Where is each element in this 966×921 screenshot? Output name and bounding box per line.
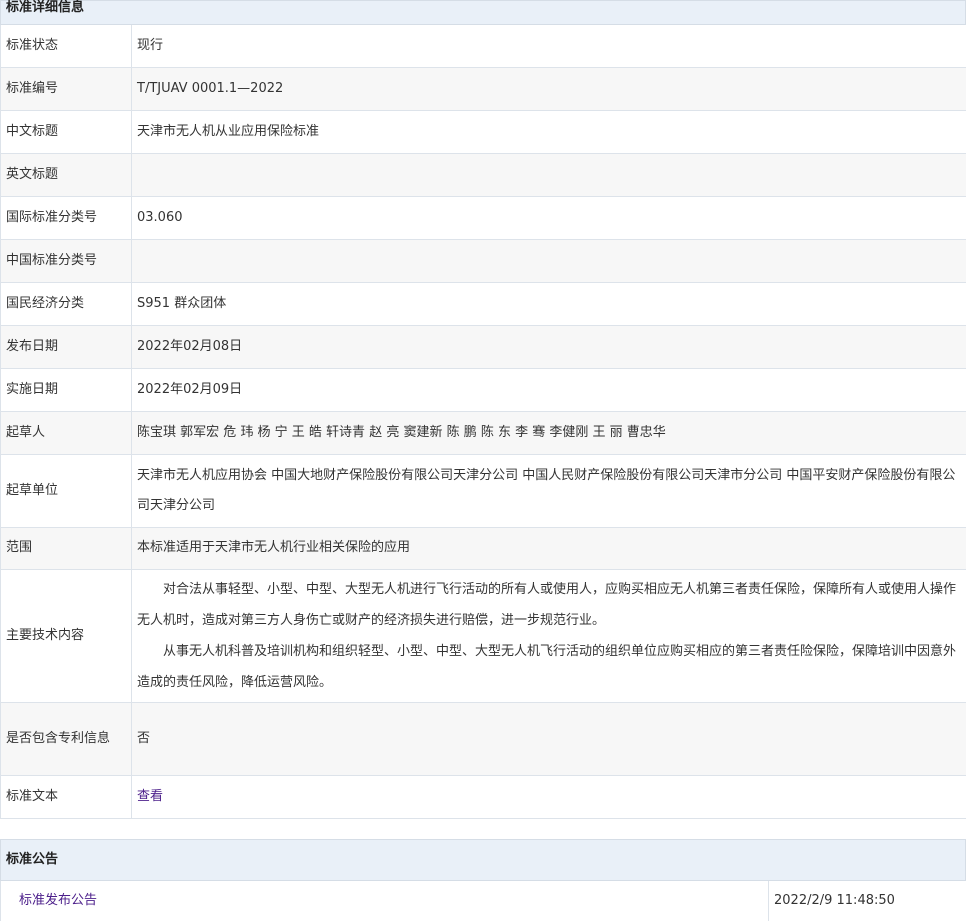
main-technical-content: 对合法从事轻型、小型、中型、大型无人机进行飞行活动的所有人或使用人，应购买相应无… xyxy=(132,569,966,702)
table-row: 标准编号 T/TJUAV 0001.1—2022 xyxy=(1,67,966,110)
row-label: 标准编号 xyxy=(1,67,132,110)
technical-paragraph: 从事无人机科普及培训机构和组织轻型、小型、中型、大型无人机飞行活动的组织单位应购… xyxy=(137,636,962,698)
row-label: 中文标题 xyxy=(1,110,132,153)
detail-section-title: 标准详细信息 xyxy=(6,0,84,15)
row-label: 国民经济分类 xyxy=(1,282,132,325)
table-row: 国际标准分类号 03.060 xyxy=(1,196,966,239)
table-row: 发布日期 2022年02月08日 xyxy=(1,325,966,368)
notice-section-title: 标准公告 xyxy=(6,852,58,867)
notice-table: 标准发布公告 2022/2/9 11:48:50 xyxy=(0,881,966,921)
table-row: 英文标题 xyxy=(1,153,966,196)
table-row: 实施日期 2022年02月09日 xyxy=(1,368,966,411)
english-title-value xyxy=(132,153,966,196)
table-row: 国民经济分类 S951 群众团体 xyxy=(1,282,966,325)
row-label: 发布日期 xyxy=(1,325,132,368)
standard-status-value: 现行 xyxy=(132,25,966,67)
drafting-units-value: 天津市无人机应用协会 中国大地财产保险股份有限公司天津分公司 中国人民财产保险股… xyxy=(132,454,966,527)
notice-section-header: 标准公告 xyxy=(0,839,966,881)
table-row: 范围 本标准适用于天津市无人机行业相关保险的应用 xyxy=(1,527,966,569)
row-label: 范围 xyxy=(1,527,132,569)
row-label: 起草单位 xyxy=(1,454,132,527)
ccs-value xyxy=(132,239,966,282)
table-row: 中文标题 天津市无人机从业应用保险标准 xyxy=(1,110,966,153)
row-label: 中国标准分类号 xyxy=(1,239,132,282)
scope-value: 本标准适用于天津市无人机行业相关保险的应用 xyxy=(132,527,966,569)
publish-date-value: 2022年02月08日 xyxy=(132,325,966,368)
notice-title-link[interactable]: 标准发布公告 xyxy=(19,893,97,908)
notice-time: 2022/2/9 11:48:50 xyxy=(769,881,966,921)
detail-table: 标准状态 现行 标准编号 T/TJUAV 0001.1—2022 中文标题 天津… xyxy=(0,25,966,819)
row-label: 标准文本 xyxy=(1,775,132,818)
table-row: 起草人 陈宝琪 郭军宏 危 玮 杨 宁 王 皓 轩诗青 赵 亮 窦建新 陈 鹏 … xyxy=(1,411,966,454)
table-row: 主要技术内容 对合法从事轻型、小型、中型、大型无人机进行飞行活动的所有人或使用人… xyxy=(1,569,966,702)
detail-section-header: 标准详细信息 xyxy=(0,0,966,25)
row-label: 标准状态 xyxy=(1,25,132,67)
table-row: 标准文本 查看 xyxy=(1,775,966,818)
drafters-value: 陈宝琪 郭军宏 危 玮 杨 宁 王 皓 轩诗青 赵 亮 窦建新 陈 鹏 陈 东 … xyxy=(132,411,966,454)
standard-number-value: T/TJUAV 0001.1—2022 xyxy=(132,67,966,110)
table-row: 标准发布公告 2022/2/9 11:48:50 xyxy=(1,881,966,921)
table-row: 标准状态 现行 xyxy=(1,25,966,67)
view-standard-text-link[interactable]: 查看 xyxy=(137,789,163,804)
table-row: 起草单位 天津市无人机应用协会 中国大地财产保险股份有限公司天津分公司 中国人民… xyxy=(1,454,966,527)
row-label: 英文标题 xyxy=(1,153,132,196)
technical-paragraph: 对合法从事轻型、小型、中型、大型无人机进行飞行活动的所有人或使用人，应购买相应无… xyxy=(137,574,962,636)
implement-date-value: 2022年02月09日 xyxy=(132,368,966,411)
row-label: 主要技术内容 xyxy=(1,569,132,702)
chinese-title-value: 天津市无人机从业应用保险标准 xyxy=(132,110,966,153)
row-label: 国际标准分类号 xyxy=(1,196,132,239)
row-label: 起草人 xyxy=(1,411,132,454)
table-row: 中国标准分类号 xyxy=(1,239,966,282)
table-row: 是否包含专利信息 否 xyxy=(1,702,966,775)
ics-value: 03.060 xyxy=(132,196,966,239)
economic-classification-value: S951 群众团体 xyxy=(132,282,966,325)
patent-info-value: 否 xyxy=(132,702,966,775)
row-label: 是否包含专利信息 xyxy=(1,702,132,775)
row-label: 实施日期 xyxy=(1,368,132,411)
